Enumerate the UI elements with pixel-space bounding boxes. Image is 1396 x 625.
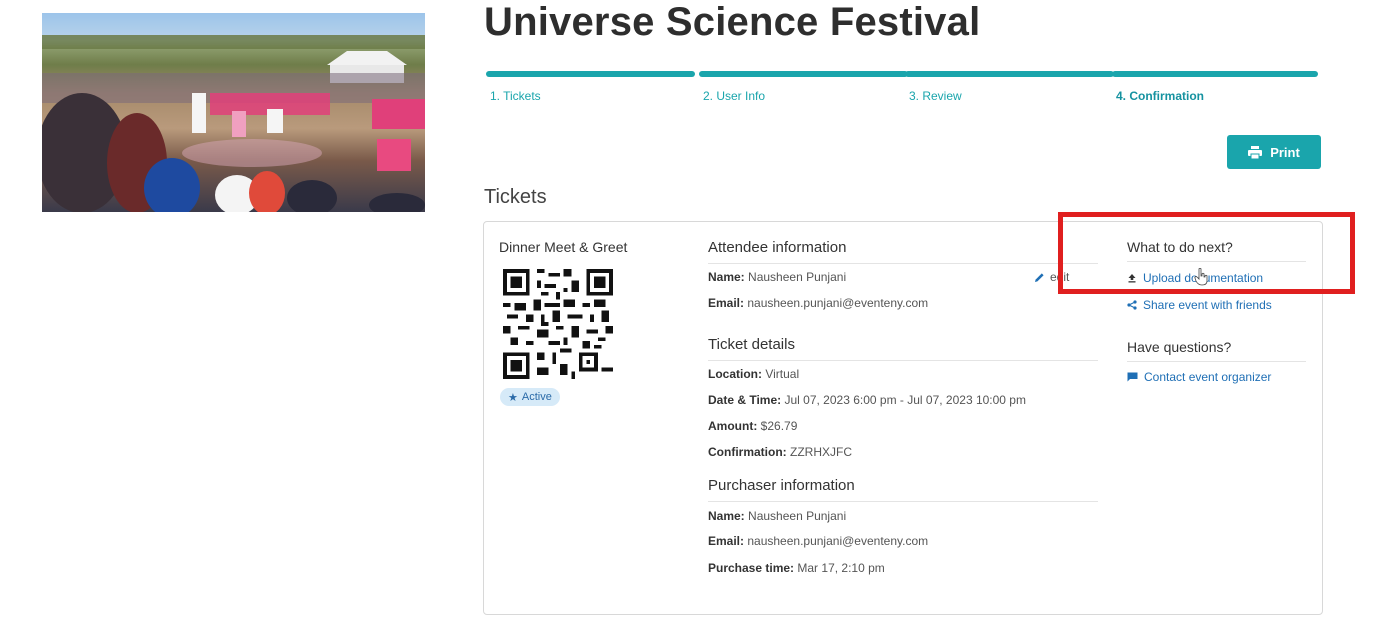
field-value: $26.79 bbox=[760, 419, 798, 433]
print-button-label: Print bbox=[1270, 144, 1300, 160]
share-label: Share event with friends bbox=[1143, 298, 1272, 312]
checkout-stepper: 1. Tickets 2. User Info 3. Review 4. Con… bbox=[486, 71, 1318, 105]
purchaser-email: Email: nausheen.punjani@eventeny.com bbox=[708, 534, 928, 548]
field-value: Nausheen Punjani bbox=[748, 270, 847, 284]
chat-icon bbox=[1127, 372, 1138, 382]
field-label: Confirmation: bbox=[708, 445, 787, 459]
purchaser-heading: Purchaser information bbox=[708, 477, 1098, 502]
field-value: ZZRHXJFC bbox=[790, 445, 852, 459]
contact-label: Contact event organizer bbox=[1144, 370, 1272, 384]
field-label: Purchase time: bbox=[708, 561, 795, 575]
step-label: 1. Tickets bbox=[490, 89, 541, 103]
have-questions-heading: Have questions? bbox=[1127, 339, 1306, 362]
step-label: 3. Review bbox=[909, 89, 962, 103]
share-icon bbox=[1127, 300, 1137, 310]
attendee-heading: Attendee information bbox=[708, 239, 1098, 264]
qr-code-icon bbox=[503, 269, 613, 379]
field-value: Mar 17, 2:10 pm bbox=[797, 561, 885, 575]
step-review[interactable]: 3. Review bbox=[905, 71, 1114, 103]
page-title: Universe Science Festival bbox=[484, 0, 981, 44]
ticket-datetime: Date & Time: Jul 07, 2023 6:00 pm - Jul … bbox=[708, 393, 1026, 407]
step-label: 4. Confirmation bbox=[1116, 89, 1205, 103]
field-label: Date & Time: bbox=[708, 393, 782, 407]
star-icon: ★ bbox=[508, 391, 518, 404]
ticket-amount: Amount: $26.79 bbox=[708, 419, 797, 433]
step-progress-bar bbox=[699, 71, 908, 77]
step-progress-bar bbox=[486, 71, 695, 77]
hand-cursor-icon bbox=[1194, 268, 1208, 286]
field-label: Email: bbox=[708, 296, 745, 310]
field-label: Amount: bbox=[708, 419, 758, 433]
field-label: Name: bbox=[708, 270, 745, 284]
attendee-email: Email: nausheen.punjani@eventeny.com bbox=[708, 296, 928, 310]
event-photo bbox=[42, 13, 425, 212]
print-button[interactable]: Print bbox=[1227, 135, 1321, 169]
status-badge: ★ Active bbox=[500, 388, 560, 406]
status-label: Active bbox=[521, 391, 552, 403]
ticket-confirmation: Confirmation: ZZRHXJFC bbox=[708, 445, 852, 459]
attendee-name: Name: Nausheen Punjani bbox=[708, 270, 846, 284]
ticket-name: Dinner Meet & Greet bbox=[499, 239, 628, 255]
step-tickets[interactable]: 1. Tickets bbox=[486, 71, 695, 103]
step-label: 2. User Info bbox=[703, 89, 766, 103]
tickets-heading: Tickets bbox=[484, 186, 547, 208]
field-label: Email: bbox=[708, 534, 745, 548]
step-user-info[interactable]: 2. User Info bbox=[699, 71, 908, 103]
contact-organizer-link[interactable]: Contact event organizer bbox=[1127, 370, 1271, 384]
pencil-icon bbox=[1035, 272, 1044, 282]
field-value: Virtual bbox=[765, 367, 800, 381]
purchaser-name: Name: Nausheen Punjani bbox=[708, 509, 846, 523]
ticket-details-heading: Ticket details bbox=[708, 336, 1098, 361]
step-progress-bar bbox=[905, 71, 1114, 77]
purchase-time: Purchase time: Mar 17, 2:10 pm bbox=[708, 561, 885, 575]
field-label: Name: bbox=[708, 509, 745, 523]
printer-icon bbox=[1248, 145, 1263, 159]
field-value: Jul 07, 2023 6:00 pm - Jul 07, 2023 10:0… bbox=[784, 393, 1026, 407]
ticket-location: Location: Virtual bbox=[708, 367, 799, 381]
field-value: nausheen.punjani@eventeny.com bbox=[747, 534, 929, 548]
step-confirmation[interactable]: 4. Confirmation bbox=[1112, 71, 1318, 103]
field-label: Location: bbox=[708, 367, 762, 381]
field-value: Nausheen Punjani bbox=[748, 509, 847, 523]
step-progress-bar bbox=[1112, 71, 1318, 77]
crowd-photo-icon bbox=[42, 35, 425, 212]
share-event-link[interactable]: Share event with friends bbox=[1127, 298, 1272, 312]
field-value: nausheen.punjani@eventeny.com bbox=[747, 296, 929, 310]
